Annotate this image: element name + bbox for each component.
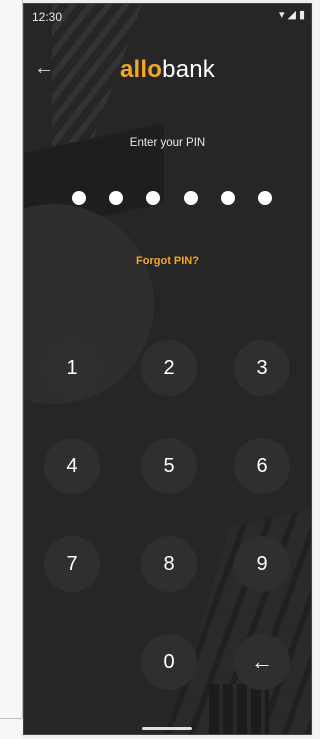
screenshot-frame: 12:30 ▾ ◢ ▮ ← allobank Enter your PIN Fo… (0, 0, 315, 739)
pin-dot (109, 191, 124, 205)
key-8[interactable]: 8 (141, 536, 197, 592)
key-1[interactable]: 1 (44, 340, 100, 396)
key-0[interactable]: 0 (141, 634, 197, 690)
left-panel-footer (0, 718, 22, 739)
left-panel-edge (0, 0, 23, 718)
pin-dot (146, 191, 161, 205)
key-7[interactable]: 7 (44, 536, 100, 592)
forgot-pin-link[interactable]: Forgot PIN? (24, 255, 311, 267)
key-3[interactable]: 3 (234, 340, 290, 396)
battery-icon: ▮ (298, 9, 305, 21)
pin-dots (72, 188, 272, 208)
status-bar: 12:30 ▾ ◢ ▮ (24, 4, 311, 28)
status-time: 12:30 (32, 10, 63, 24)
pin-dot (257, 191, 272, 205)
key-6[interactable]: 6 (234, 438, 290, 494)
status-icons: ▾ ◢ ▮ (279, 8, 305, 22)
key-2[interactable]: 2 (141, 340, 197, 396)
decorative-posts (209, 684, 269, 734)
home-indicator[interactable] (142, 727, 192, 730)
allobank-logo: allobank (24, 56, 311, 84)
key-4[interactable]: 4 (44, 438, 100, 494)
signal-icon: ◢ (287, 9, 296, 21)
pin-dot (72, 191, 86, 205)
logo-bank: bank (162, 56, 215, 83)
phone-screen: 12:30 ▾ ◢ ▮ ← allobank Enter your PIN Fo… (24, 4, 311, 734)
key-5[interactable]: 5 (141, 438, 197, 494)
backspace-arrow-icon: ← (251, 649, 273, 674)
wifi-icon: ▾ (278, 9, 285, 21)
backspace-button[interactable]: ← (234, 634, 290, 690)
logo-allo: allo (120, 56, 163, 83)
pin-dot (183, 191, 198, 205)
key-9[interactable]: 9 (234, 536, 290, 592)
pin-prompt: Enter your PIN (129, 137, 206, 149)
pin-dot (220, 191, 235, 205)
